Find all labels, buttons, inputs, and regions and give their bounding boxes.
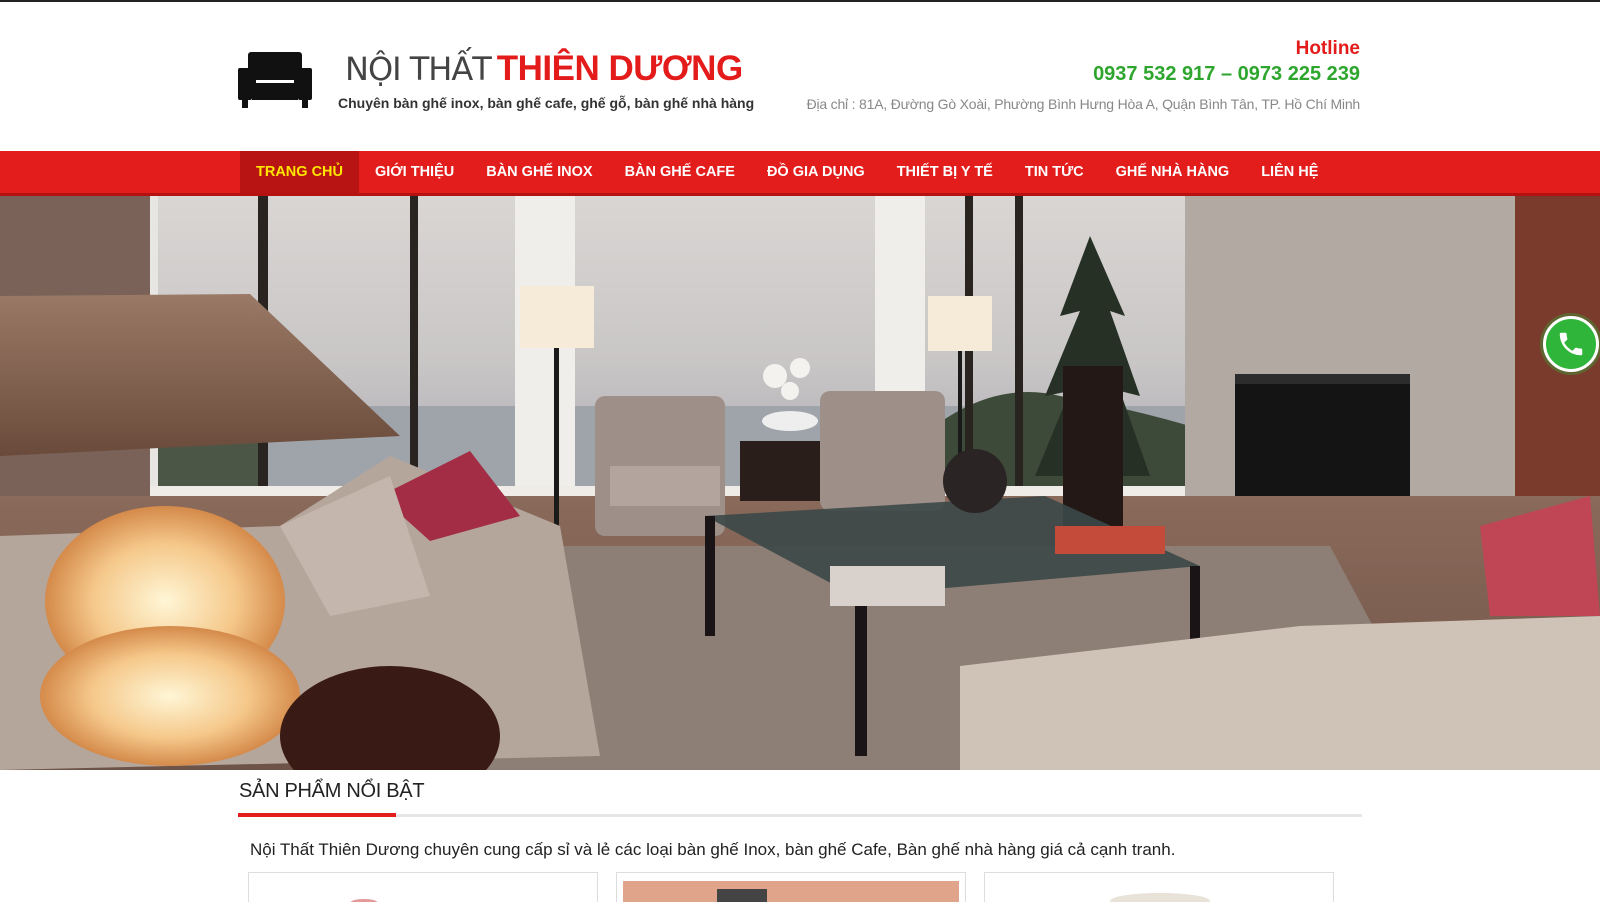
nav-item-home[interactable]: TRANG CHỦ: [240, 151, 359, 193]
hotline-numbers[interactable]: 0937 532 917 – 0973 225 239: [1093, 63, 1360, 86]
brand-name-bold: THIÊN DƯƠNG: [496, 49, 743, 88]
main-nav: TRANG CHỦ GIỚI THIỆU BÀN GHẾ INOX BÀN GH…: [0, 151, 1600, 196]
product-thumbnail: [1110, 893, 1210, 902]
section-divider: [238, 814, 1362, 817]
nav-item-cafe[interactable]: BÀN GHẾ CAFE: [609, 151, 751, 193]
nav-item-restaurant[interactable]: GHẾ NHÀ HÀNG: [1100, 151, 1246, 193]
nav-item-inox[interactable]: BÀN GHẾ INOX: [470, 151, 608, 193]
hotline-label: Hotline: [1295, 38, 1360, 59]
living-room-photo: [0, 196, 1600, 770]
product-thumbnail: [623, 881, 959, 902]
section-divider-accent: [238, 813, 396, 817]
product-card[interactable]: [984, 872, 1334, 902]
product-card[interactable]: [616, 872, 966, 902]
product-card[interactable]: [248, 872, 598, 902]
featured-products-description: Nội Thất Thiên Dương chuyên cung cấp sỉ …: [250, 840, 1176, 859]
nav-item-about[interactable]: GIỚI THIỆU: [359, 151, 470, 193]
store-address: Địa chỉ : 81A, Đường Gò Xoài, Phường Bìn…: [806, 96, 1361, 112]
brand-name[interactable]: NỘI THẤT THIÊN DƯƠNG: [345, 46, 743, 91]
phone-icon: [1559, 332, 1583, 356]
hero-banner[interactable]: [0, 196, 1600, 770]
sofa-icon[interactable]: [238, 50, 312, 110]
call-button[interactable]: [1543, 316, 1599, 372]
featured-products-title: SẢN PHẨM NỔI BẬT: [239, 780, 425, 802]
product-thumbnail: [350, 899, 378, 902]
product-cards: [248, 872, 1338, 902]
site-header: NỘI THẤT THIÊN DƯƠNG Chuyên bàn ghế inox,…: [0, 2, 1600, 151]
nav-item-household[interactable]: ĐỒ GIA DỤNG: [751, 151, 881, 193]
brand-name-light: NỘI THẤT: [345, 50, 492, 88]
nav-item-news[interactable]: TIN TỨC: [1009, 151, 1100, 193]
nav-item-contact[interactable]: LIÊN HỆ: [1245, 151, 1334, 193]
brand-slogan: Chuyên bàn ghế inox, bàn ghế cafe, ghế g…: [338, 95, 755, 111]
nav-item-medical[interactable]: THIẾT BỊ Y TẾ: [881, 151, 1009, 193]
